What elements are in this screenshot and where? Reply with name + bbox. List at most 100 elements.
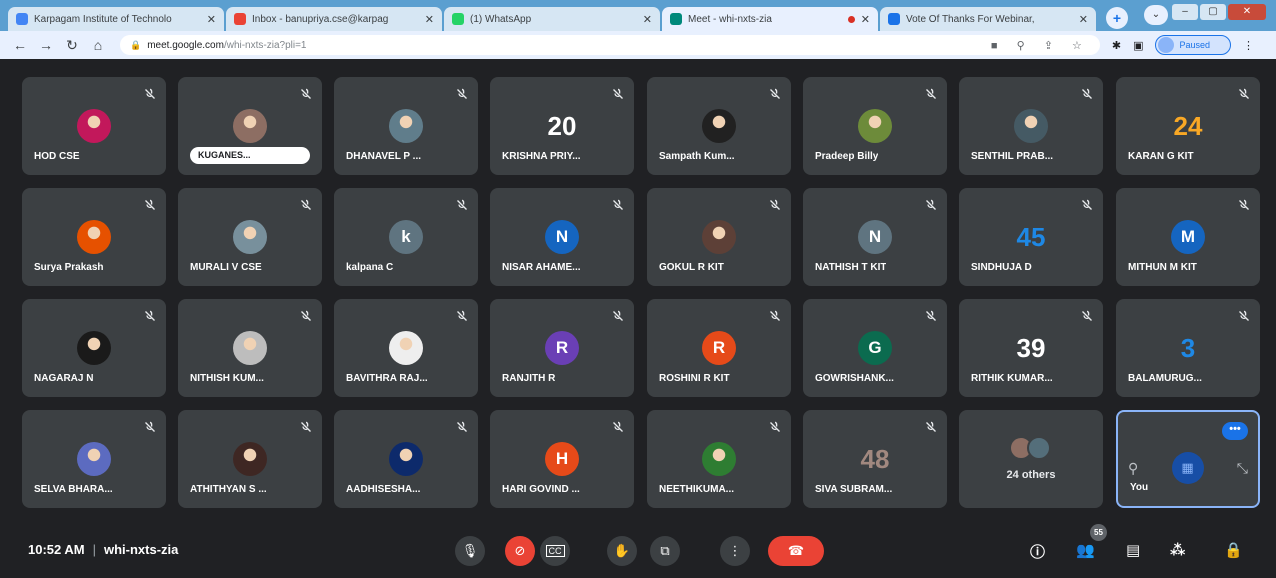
participant-name: KARAN G KIT bbox=[1128, 151, 1194, 162]
side-panel-icon[interactable]: ▣ bbox=[1133, 39, 1143, 52]
participant-tile[interactable]: AADHISESHA... bbox=[334, 410, 478, 508]
participant-tile[interactable]: NEETHIKUMA... bbox=[647, 410, 791, 508]
browser-menu-icon[interactable]: ⋮ bbox=[1243, 39, 1254, 52]
participant-tile[interactable]: 39 RITHIK KUMAR... bbox=[959, 299, 1103, 397]
mic-muted-icon bbox=[144, 87, 156, 99]
mic-muted-icon bbox=[300, 198, 312, 210]
maximize-button[interactable]: ▢ bbox=[1200, 4, 1226, 20]
participant-tile[interactable]: NITHISH KUM... bbox=[178, 299, 322, 397]
self-tile[interactable]: ••• ⚲ ▦ ⤡ You bbox=[1116, 410, 1260, 508]
participant-avatar: N bbox=[858, 220, 892, 254]
participant-tile[interactable]: ATHITHYAN S ... bbox=[178, 410, 322, 508]
participant-avatar: k bbox=[389, 220, 423, 254]
mic-muted-icon bbox=[456, 309, 468, 321]
pin-icon[interactable]: ⚲ bbox=[1128, 460, 1138, 477]
participant-name: SENTHIL PRAB... bbox=[971, 151, 1054, 162]
microphone-button[interactable]: 🎙 bbox=[455, 536, 485, 566]
participant-tile[interactable]: Sampath Kum... bbox=[647, 77, 791, 175]
participant-tile[interactable]: R RANJITH R bbox=[490, 299, 634, 397]
participant-tile[interactable]: 48 SIVA SUBRAM... bbox=[803, 410, 947, 508]
participant-tile[interactable]: KUGANES... bbox=[178, 77, 322, 175]
participant-name: AADHISESHA... bbox=[346, 484, 421, 495]
close-tab-icon[interactable]: ✕ bbox=[207, 13, 216, 26]
tab-search-button[interactable]: ⌄ bbox=[1144, 5, 1168, 25]
browser-tab[interactable]: Meet - whi-nxts-zia ✕ bbox=[662, 7, 878, 31]
participant-tile[interactable]: DHANAVEL P ... bbox=[334, 77, 478, 175]
present-button[interactable]: ⧉ bbox=[650, 536, 680, 566]
participant-tile[interactable]: N NISAR AHAME... bbox=[490, 188, 634, 286]
reload-icon[interactable]: ↻ bbox=[62, 37, 82, 54]
raise-hand-button[interactable]: ✋ bbox=[607, 536, 637, 566]
new-tab-button[interactable]: + bbox=[1106, 7, 1128, 29]
participant-avatar: 20 bbox=[547, 110, 577, 141]
url-host: meet.google.com bbox=[147, 39, 224, 51]
close-tab-icon[interactable]: ✕ bbox=[861, 13, 870, 26]
browser-tab-strip: Karpagam Institute of Technolo ✕ Inbox - b… bbox=[0, 0, 1276, 31]
participant-tile[interactable]: NAGARAJ N bbox=[22, 299, 166, 397]
camera-button[interactable]: ⊘ bbox=[505, 536, 535, 566]
mic-muted-icon bbox=[456, 198, 468, 210]
participant-tile[interactable]: SENTHIL PRAB... bbox=[959, 77, 1103, 175]
participant-avatar bbox=[1014, 109, 1048, 143]
chat-icon[interactable]: ▤ bbox=[1126, 541, 1140, 559]
back-icon[interactable]: ← bbox=[10, 37, 30, 53]
participant-tile[interactable]: H HARI GOVIND ... bbox=[490, 410, 634, 508]
participant-name: MITHUN M KIT bbox=[1128, 262, 1197, 273]
participant-tile[interactable]: 20 KRISHNA PRIY... bbox=[490, 77, 634, 175]
participant-name: ATHITHYAN S ... bbox=[190, 484, 267, 495]
close-window-button[interactable]: ✕ bbox=[1228, 4, 1266, 20]
browser-tab[interactable]: Inbox - banupriya.cse@karpag ✕ bbox=[226, 7, 442, 31]
participant-tile[interactable]: SELVA BHARA... bbox=[22, 410, 166, 508]
participant-name: HARI GOVIND ... bbox=[502, 484, 580, 495]
tile-more-options-button[interactable]: ••• bbox=[1222, 422, 1248, 440]
mic-muted-icon bbox=[300, 87, 312, 99]
mic-muted-icon bbox=[144, 198, 156, 210]
activities-icon[interactable]: ⁂ bbox=[1170, 541, 1185, 559]
minimize-self-icon[interactable]: ⤡ bbox=[1237, 460, 1248, 477]
meeting-details-icon[interactable]: ⓘ bbox=[1030, 541, 1045, 562]
participant-tile[interactable]: BAVITHRA RAJ... bbox=[334, 299, 478, 397]
participant-tile[interactable]: Pradeep Billy bbox=[803, 77, 947, 175]
participant-tile[interactable]: 3 BALAMURUG... bbox=[1116, 299, 1260, 397]
participant-tile[interactable]: GOKUL R KIT bbox=[647, 188, 791, 286]
close-tab-icon[interactable]: ✕ bbox=[1079, 13, 1088, 26]
participant-tile[interactable]: G GOWRISHANK... bbox=[803, 299, 947, 397]
others-tile[interactable]: 24 others bbox=[959, 410, 1103, 508]
mic-muted-icon bbox=[925, 420, 937, 432]
url-input[interactable]: 🔒 meet.google.com/whi-nxts-zia?pli=1 ■ ⚲… bbox=[120, 35, 1100, 55]
extensions-icon[interactable]: ✱ bbox=[1112, 39, 1121, 52]
people-icon[interactable]: 👥 bbox=[1076, 541, 1095, 559]
participant-tile[interactable]: Surya Prakash bbox=[22, 188, 166, 286]
browser-tab[interactable]: Vote Of Thanks For Webinar, ✕ bbox=[880, 7, 1096, 31]
participant-tile[interactable]: N NATHISH T KIT bbox=[803, 188, 947, 286]
browser-tab[interactable]: Karpagam Institute of Technolo ✕ bbox=[8, 7, 224, 31]
participant-tile[interactable]: MURALI V CSE bbox=[178, 188, 322, 286]
host-controls-icon[interactable]: 🔒 bbox=[1224, 541, 1243, 559]
participant-avatar: G bbox=[858, 331, 892, 365]
participant-tile[interactable]: HOD CSE bbox=[22, 77, 166, 175]
leave-call-button[interactable]: ☎ bbox=[768, 536, 824, 566]
participant-tile[interactable]: R ROSHINI R KIT bbox=[647, 299, 791, 397]
mic-muted-icon bbox=[1081, 309, 1093, 321]
omnibox-actions[interactable]: ■ ⚲ ⇪ ☆ bbox=[991, 39, 1090, 52]
close-tab-icon[interactable]: ✕ bbox=[643, 13, 652, 26]
more-options-button[interactable]: ⋮ bbox=[720, 536, 750, 566]
participant-avatar bbox=[233, 109, 267, 143]
participant-tile[interactable]: M MITHUN M KIT bbox=[1116, 188, 1260, 286]
minimize-button[interactable]: – bbox=[1172, 4, 1198, 20]
captions-button[interactable]: CC bbox=[540, 536, 570, 566]
participant-name: NAGARAJ N bbox=[34, 373, 94, 384]
participant-name: BALAMURUG... bbox=[1128, 373, 1202, 384]
participant-tile[interactable]: 24 KARAN G KIT bbox=[1116, 77, 1260, 175]
browser-tab[interactable]: (1) WhatsApp ✕ bbox=[444, 7, 660, 31]
participant-tile[interactable]: 45 SINDHUJA D bbox=[959, 188, 1103, 286]
profile-button[interactable]: Paused bbox=[1155, 35, 1231, 55]
close-tab-icon[interactable]: ✕ bbox=[425, 13, 434, 26]
forward-icon[interactable]: → bbox=[36, 37, 56, 53]
lock-icon[interactable]: 🔒 bbox=[130, 40, 141, 51]
effects-icon[interactable]: ▦ bbox=[1171, 452, 1204, 484]
participant-name: BAVITHRA RAJ... bbox=[346, 373, 428, 384]
home-icon[interactable]: ⌂ bbox=[88, 37, 108, 53]
participant-tile[interactable]: k kalpana C bbox=[334, 188, 478, 286]
mic-muted-icon bbox=[1238, 309, 1250, 321]
